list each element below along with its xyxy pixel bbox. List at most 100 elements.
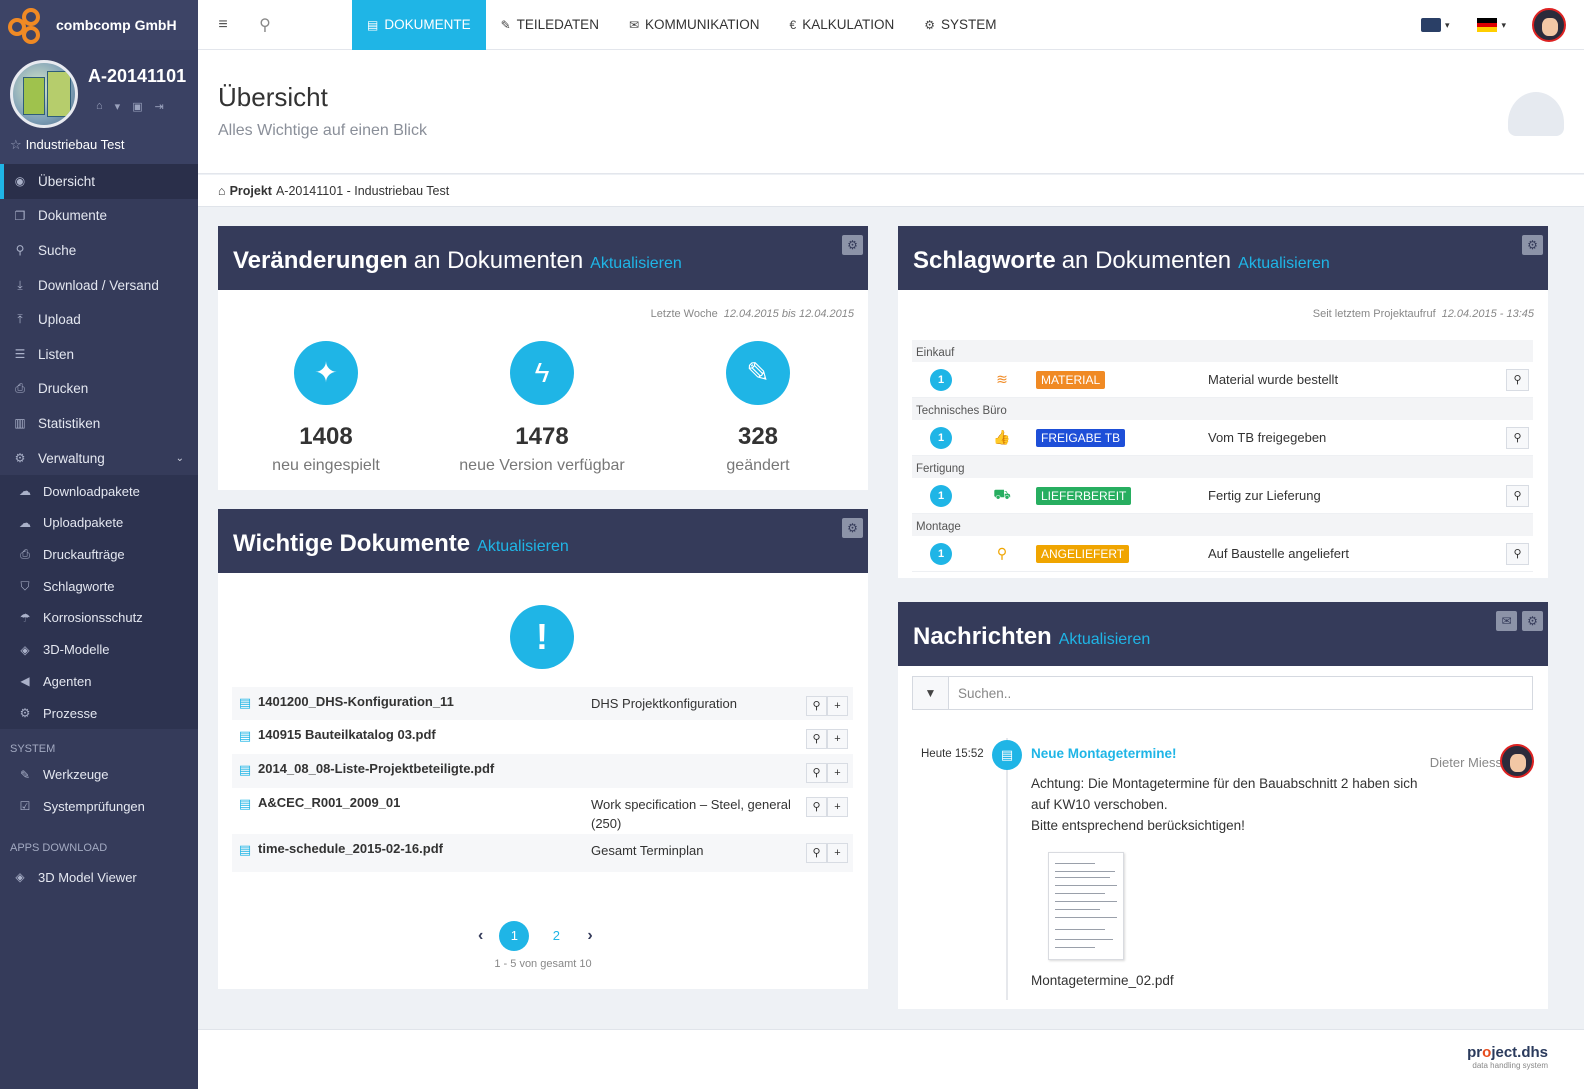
filter-icon[interactable]: ▼ — [913, 677, 949, 709]
sidebar-item-werkzeuge[interactable]: ✎ Werkzeuge — [0, 759, 198, 791]
pagination: ‹ 1 2 › — [468, 921, 603, 951]
chevron-left-icon[interactable]: ‹ — [478, 927, 483, 945]
breadcrumb-root[interactable]: Projekt — [230, 184, 272, 198]
sidebar-item-systemprufungen[interactable]: ☑ Systemprüfungen — [0, 791, 198, 823]
tab-kommunikation[interactable]: ✉ KOMMUNIKATION — [614, 0, 775, 50]
document-name[interactable]: 2014_08_08-Liste-Projektbeteiligte.pdf — [258, 754, 591, 788]
sidebar-item-druckauftrage[interactable]: ⎙ Druckaufträge — [0, 539, 198, 571]
gear-icon[interactable]: ⚙ — [1522, 235, 1543, 255]
document-description — [591, 720, 806, 754]
chevron-down-icon[interactable]: ▾ — [115, 100, 121, 113]
sidebar-item-listen[interactable]: ☰ Listen — [0, 337, 198, 372]
sidebar-item-prozesse[interactable]: ⚙ Prozesse — [0, 697, 198, 729]
plus-icon[interactable]: + — [827, 843, 848, 863]
gear-icon[interactable]: ⚙ — [1522, 611, 1543, 631]
envelope-icon[interactable]: ✉ — [1496, 611, 1517, 631]
search-icon[interactable]: ⚲ — [1506, 426, 1529, 449]
sidebar-item-3d-modelle[interactable]: ◈ 3D-Modelle — [0, 634, 198, 666]
briefcase-icon[interactable] — [1420, 18, 1441, 32]
news-refresh-link[interactable]: Aktualisieren — [1059, 631, 1151, 649]
list-item[interactable]: ▤ 140915 Bauteilkatalog 03.pdf ⚲ + — [232, 720, 853, 754]
sidebar-item-downloadpakete[interactable]: ☁ Downloadpakete — [0, 475, 198, 507]
keyword-row[interactable]: 1 ⚲ ANGELIEFERT Auf Baustelle angeliefert ⚲ — [912, 536, 1533, 572]
list-item[interactable]: ▤ 1401200_DHS-Konfiguration_11 DHS Projekt… — [232, 687, 853, 720]
sidebar-item-label: Druckaufträge — [43, 547, 125, 563]
project-avatar[interactable] — [10, 60, 78, 128]
sidebar-item-dokumente[interactable]: ❐ Dokumente — [0, 199, 198, 234]
sidebar-item-3d-model-viewer[interactable]: ◈ 3D Model Viewer — [0, 861, 198, 893]
sidebar-item-suche[interactable]: ⚲ Suche — [0, 233, 198, 268]
changes-refresh-link[interactable]: Aktualisieren — [590, 255, 682, 273]
user-avatar[interactable] — [1532, 8, 1566, 42]
message-title[interactable]: Neue Montagetermine! — [1031, 746, 1177, 761]
page-1-button[interactable]: 1 — [499, 921, 530, 951]
list-item[interactable]: ▤ 2014_08_08-Liste-Projektbeteiligte.pdf ⚲… — [232, 754, 853, 788]
language-flag-icon[interactable] — [1477, 18, 1498, 33]
sign-out-icon[interactable]: ⇥ — [155, 100, 164, 113]
attachment-filename[interactable]: Montagetermine_02.pdf — [1031, 973, 1174, 988]
tab-teiledaten[interactable]: ✎ TEILEDATEN — [486, 0, 614, 50]
news-search-input[interactable] — [949, 677, 1532, 709]
sidebar-item-schlagworte[interactable]: ⛉ Schlagworte — [0, 570, 198, 602]
sidebar-item-drucken[interactable]: ⎙ Drucken — [0, 372, 198, 407]
list-item[interactable]: ▤ A&CEC_R001_2009_01 Work specification – … — [232, 788, 853, 834]
sidebar-item-ubersicht[interactable]: ◉ Übersicht — [0, 164, 198, 199]
search-icon[interactable]: ⚲ — [806, 797, 827, 817]
document-name[interactable]: 140915 Bauteilkatalog 03.pdf — [258, 720, 591, 754]
keyword-row[interactable]: 1 ≋ MATERIAL Material wurde bestellt ⚲ — [912, 362, 1533, 398]
system-section-label: SYSTEM — [10, 742, 56, 755]
plus-icon[interactable]: + — [827, 696, 848, 716]
search-icon[interactable]: ⚲ — [1506, 368, 1529, 391]
list-item[interactable]: ▤ time-schedule_2015-02-16.pdf Gesamt Term… — [232, 834, 853, 872]
news-title: Nachrichten — [913, 623, 1052, 650]
keywords-refresh-link[interactable]: Aktualisieren — [1238, 255, 1330, 273]
attachment-thumbnail[interactable] — [1048, 852, 1124, 960]
sidebar-item-download-versand[interactable]: ⤓ Download / Versand — [0, 268, 198, 303]
search-icon[interactable]: ⚲ — [806, 696, 827, 716]
sidebar-item-label: Werkzeuge — [43, 767, 109, 783]
tab-dokumente[interactable]: ▤ DOKUMENTE — [352, 0, 486, 50]
document-name[interactable]: time-schedule_2015-02-16.pdf — [258, 834, 591, 872]
tab-system[interactable]: ⚙ SYSTEM — [909, 0, 1011, 50]
plus-icon[interactable]: + — [827, 763, 848, 783]
search-icon[interactable]: ⚲ — [806, 729, 827, 749]
sidebar-item-verwaltung[interactable]: ⚙ Verwaltung ⌄ — [0, 441, 198, 476]
search-icon[interactable]: ⚲ — [806, 843, 827, 863]
bar-chart-icon: ▥ — [14, 416, 26, 431]
star-icon[interactable]: ☆ — [10, 137, 22, 152]
sidebar-item-uploadpakete[interactable]: ☁ Uploadpakete — [0, 507, 198, 539]
keyword-row[interactable]: 1 👍 FREIGABE TB Vom TB freigegeben ⚲ — [912, 420, 1533, 456]
chevron-down-icon[interactable]: ▾ — [1501, 20, 1506, 31]
cog-icon: ⚙ — [19, 706, 31, 720]
chevron-down-icon[interactable]: ▾ — [1445, 20, 1450, 31]
apps-section-label: APPS DOWNLOAD — [10, 842, 108, 855]
plus-icon[interactable]: + — [827, 729, 848, 749]
home-icon[interactable]: ⌂ — [218, 184, 226, 198]
chevron-right-icon[interactable]: › — [587, 927, 592, 945]
sidebar-item-statistiken[interactable]: ▥ Statistiken — [0, 406, 198, 441]
document-name[interactable]: 1401200_DHS-Konfiguration_11 — [258, 687, 591, 720]
page-2-button[interactable]: 2 — [541, 921, 571, 951]
project-name-row[interactable]: ☆ Industriebau Test — [10, 137, 124, 153]
keyword-group: Einkauf 1 ≋ MATERIAL Material wurde bestellt… — [912, 340, 1533, 398]
hamburger-menu-icon[interactable]: ≡ — [208, 16, 238, 34]
search-icon[interactable]: ⚲ — [1506, 542, 1529, 565]
search-icon[interactable]: ⚲ — [806, 763, 827, 783]
keyword-row[interactable]: 1 ⛟ LIEFERBEREIT Fertig zur Lieferung ⚲ — [912, 478, 1533, 514]
document-name[interactable]: A&CEC_R001_2009_01 — [258, 788, 591, 834]
gear-icon[interactable]: ⚙ — [842, 235, 863, 255]
plus-icon[interactable]: + — [827, 797, 848, 817]
tab-kalkulation[interactable]: € KALKULATION — [775, 0, 910, 50]
search-icon[interactable]: ⚲ — [250, 15, 280, 35]
search-icon[interactable]: ⚲ — [1506, 484, 1529, 507]
chevron-down-icon[interactable]: ⌄ — [176, 453, 184, 464]
sidebar-item-upload[interactable]: ⤒ Upload — [0, 302, 198, 337]
important-refresh-link[interactable]: Aktualisieren — [477, 538, 569, 556]
sidebar-item-korrosionsschutz[interactable]: ☂ Korrosionsschutz — [0, 602, 198, 634]
home-icon[interactable]: ⌂ — [96, 100, 103, 113]
sidebar-item-agenten[interactable]: ◀ Agenten — [0, 665, 198, 697]
gear-icon[interactable]: ⚙ — [842, 518, 863, 538]
keyword-count: 1 — [930, 542, 952, 565]
lock-icon[interactable]: ▣ — [132, 100, 142, 113]
stat-value: 328 — [737, 423, 779, 450]
